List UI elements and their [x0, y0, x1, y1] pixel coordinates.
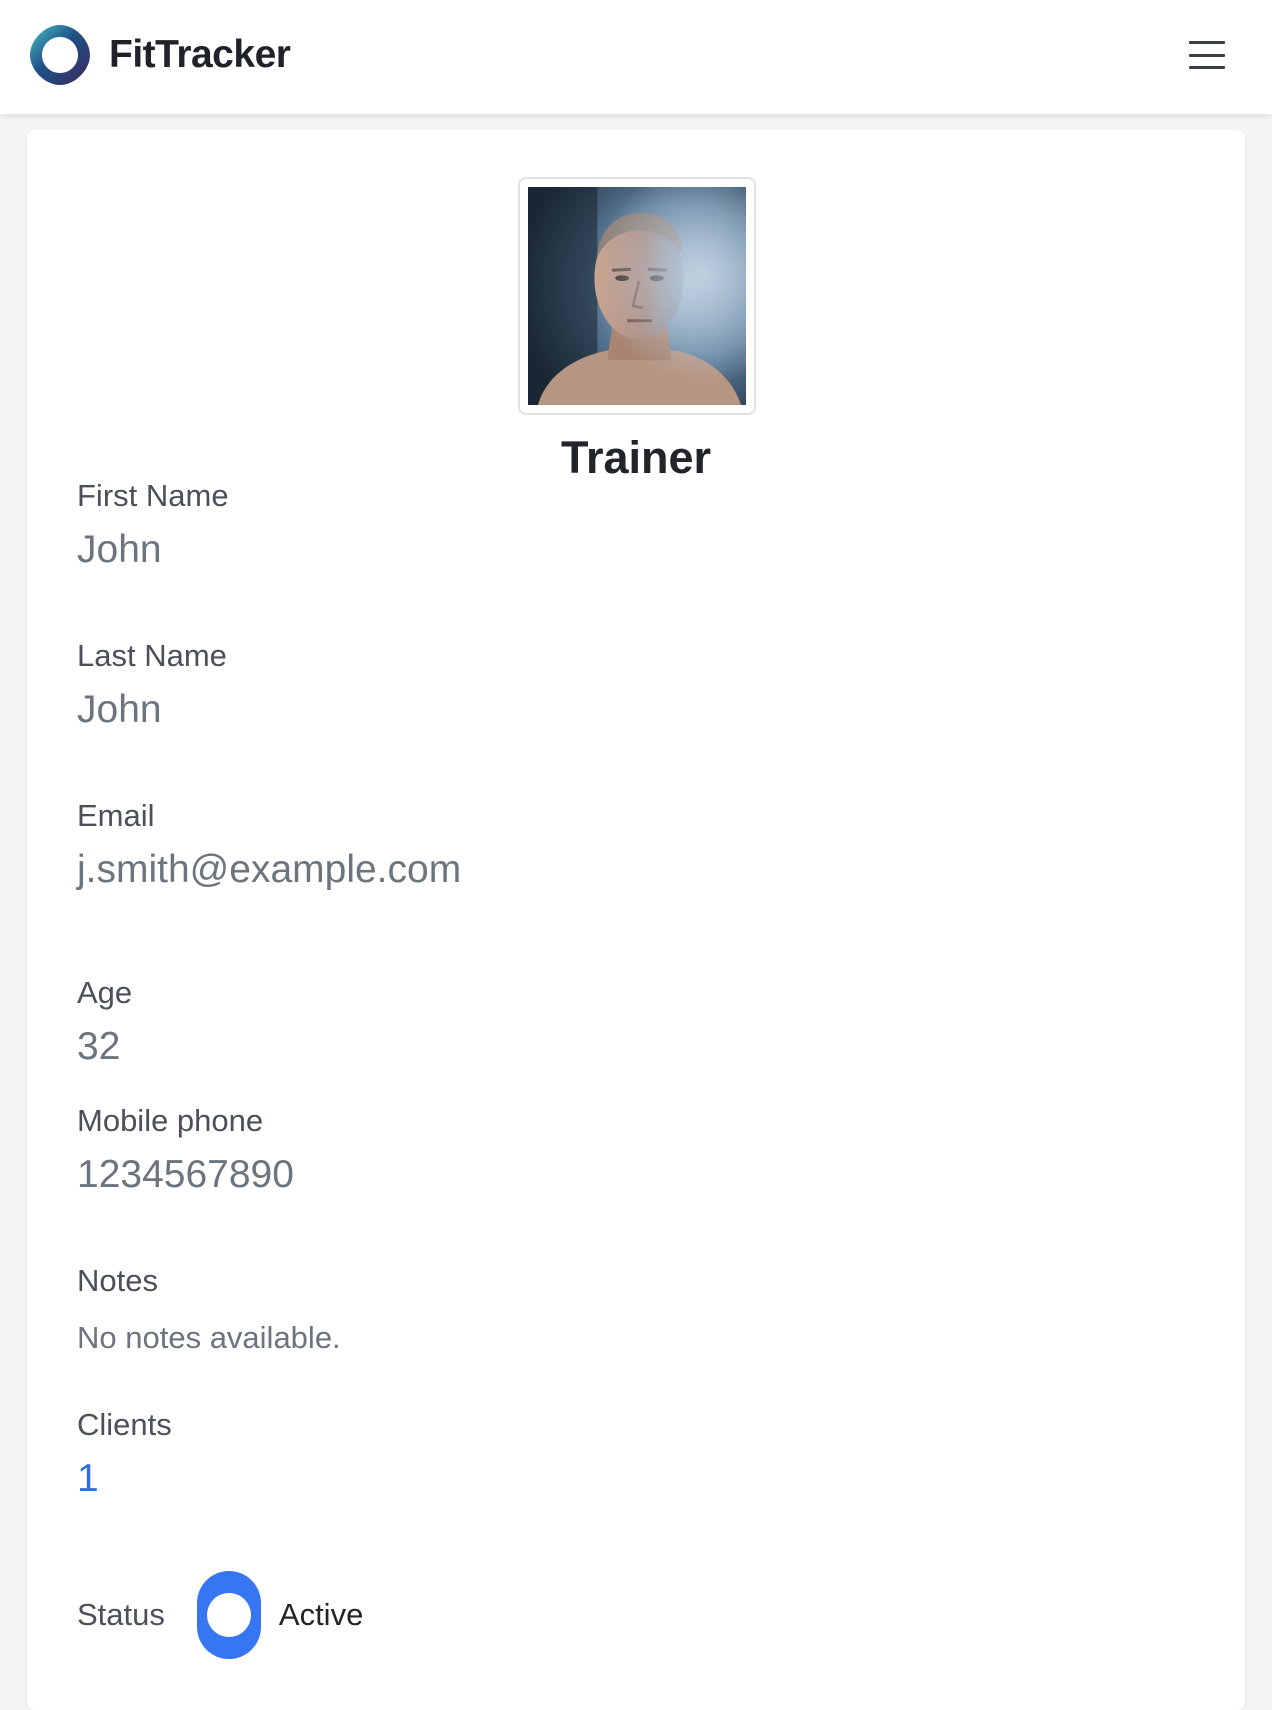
notes-label: Notes: [77, 1263, 158, 1298]
notes-value: No notes available.: [77, 1320, 341, 1355]
menu-bar: [1189, 41, 1225, 44]
status-toggle[interactable]: [196, 1571, 261, 1659]
brand-name: FitTracker: [109, 33, 291, 76]
age-label: Age: [77, 975, 133, 1010]
brand-link[interactable]: FitTracker: [27, 22, 291, 88]
profile-card: Trainer First Name John Last Name John E…: [27, 130, 1245, 1710]
menu-bar: [1189, 66, 1225, 69]
first-name-value: John: [77, 528, 162, 571]
avatar: [518, 177, 756, 415]
mobile-phone-value: 1234567890: [77, 1153, 294, 1196]
top-navbar: FitTracker: [0, 0, 1272, 115]
status-row: Status Active: [77, 1570, 363, 1660]
menu-bar: [1189, 53, 1225, 57]
trainer-photo: [528, 187, 746, 405]
last-name-value: John: [77, 688, 162, 731]
clients-count-link[interactable]: 1: [77, 1457, 99, 1501]
status-value: Active: [278, 1597, 364, 1632]
ring-logo-icon: [30, 25, 90, 85]
page-title: Trainer: [560, 432, 712, 483]
hamburger-menu-icon[interactable]: [1185, 35, 1229, 75]
first-name-label: First Name: [77, 478, 229, 513]
last-name-label: Last Name: [77, 638, 227, 673]
toggle-knob: [206, 1593, 251, 1637]
email-value: j.smith@example.com: [77, 848, 462, 891]
status-label: Status: [77, 1597, 165, 1632]
clients-label: Clients: [77, 1407, 172, 1442]
age-value: 32: [77, 1025, 121, 1068]
mobile-phone-label: Mobile phone: [77, 1103, 264, 1138]
email-label: Email: [77, 798, 155, 833]
